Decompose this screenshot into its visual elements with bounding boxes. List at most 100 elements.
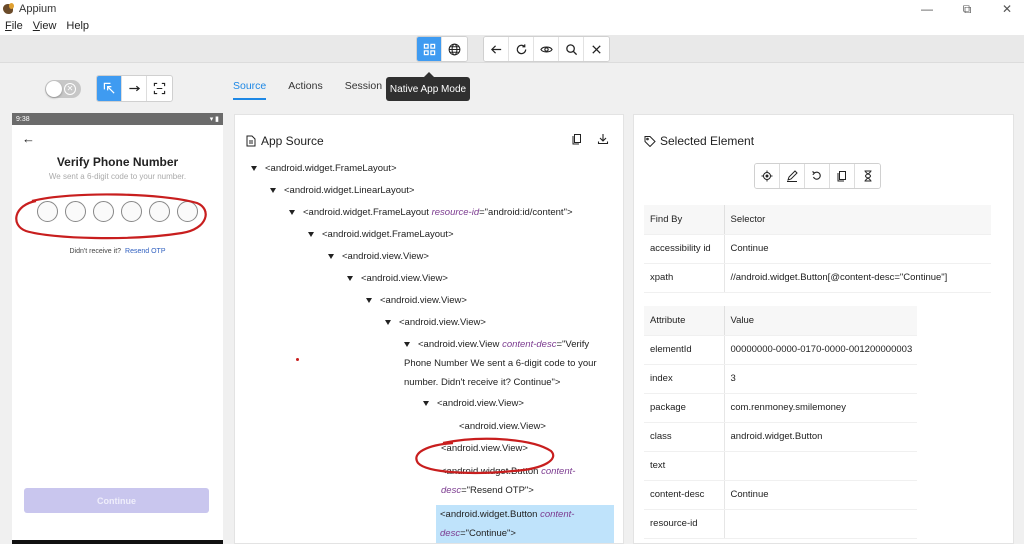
menu-bar: File View Help: [0, 18, 89, 34]
otp-digit-input[interactable]: [65, 201, 86, 222]
otp-digit-input[interactable]: [177, 201, 198, 222]
undo-icon: [812, 171, 821, 180]
expand-caret-icon[interactable]: [270, 187, 276, 193]
phone-continue-button[interactable]: Continue: [24, 488, 209, 513]
select-pointer-icon: [103, 82, 115, 94]
close-icon: [592, 44, 601, 54]
otp-digit-input[interactable]: [149, 201, 170, 222]
tree-node[interactable]: <android.view.View>: [366, 291, 467, 311]
screenshot-toggle[interactable]: ✕: [45, 80, 81, 98]
expand-caret-icon[interactable]: [385, 319, 391, 325]
phone-status-bar: 9:38 ▾ ▮: [12, 113, 223, 125]
send-keys-button[interactable]: [780, 164, 805, 188]
quit-session-button[interactable]: [584, 37, 609, 61]
toggle-off-icon: ✕: [64, 83, 76, 95]
tree-node[interactable]: <android.view.View>: [459, 417, 546, 437]
tree-node[interactable]: <android.view.View>: [328, 247, 429, 267]
search-button[interactable]: [559, 37, 584, 61]
close-window-icon[interactable]: ✕: [1000, 2, 1014, 16]
table-row[interactable]: accessibility id Continue: [644, 234, 991, 264]
otp-input-row: [37, 201, 198, 222]
phone-subtitle: We sent a 6-digit code to your number.: [48, 172, 187, 181]
restore-icon[interactable]: ⧉: [960, 2, 974, 16]
table-row: elementId 00000000-0000-0170-0000-0012000…: [644, 335, 917, 365]
menu-file[interactable]: File: [5, 20, 23, 32]
otp-digit-input[interactable]: [93, 201, 114, 222]
minimize-icon[interactable]: —: [920, 2, 934, 16]
tree-node[interactable]: <android.view.View>: [423, 394, 524, 414]
phone-title: Verify Phone Number: [56, 155, 179, 169]
table-row: text: [644, 451, 917, 481]
download-icon[interactable]: [597, 133, 609, 145]
selected-element-title: Selected Element: [660, 134, 755, 148]
otp-digit-input[interactable]: [37, 201, 58, 222]
expand-caret-icon[interactable]: [423, 400, 429, 406]
source-header-actions: [571, 133, 609, 145]
native-app-mode-button[interactable]: [417, 37, 442, 61]
otp-digit-input[interactable]: [121, 201, 142, 222]
find-by-header: Find By: [644, 205, 725, 235]
phone-status-icons: ▾ ▮: [209, 116, 219, 123]
copy-icon: [837, 171, 846, 182]
expand-caret-icon[interactable]: [289, 209, 295, 215]
tree-node[interactable]: <android.view.View>: [385, 313, 486, 333]
phone-resend-row: Didn't receive it? Resend OTP: [12, 248, 223, 255]
expand-caret-icon[interactable]: [366, 297, 372, 303]
phone-back-arrow-icon[interactable]: ←: [22, 131, 35, 146]
tree-node[interactable]: <android.view.View content-desc="Verify …: [404, 335, 609, 392]
phone-status-time: 9:38: [16, 115, 30, 123]
back-button[interactable]: [484, 37, 509, 61]
grid-icon: [423, 43, 435, 55]
copy-attributes-button[interactable]: [830, 164, 855, 188]
phone-resend-link[interactable]: Resend OTP: [125, 248, 165, 255]
hourglass-icon: [864, 170, 871, 182]
inspector-tabs: Source Actions Session In: [233, 80, 394, 100]
web-mode-button[interactable]: [442, 37, 467, 61]
tap-coordinates-button[interactable]: [147, 76, 172, 101]
table-row: package com.renmoney.smilemoney: [644, 393, 917, 423]
main-area: ✕ Source Actions Session In 9:38 ▾ ▮ ← V…: [0, 63, 1024, 544]
tree-node[interactable]: <android.widget.LinearLayout>: [270, 181, 414, 201]
table-row[interactable]: xpath //android.widget.Button[@content-d…: [644, 263, 991, 293]
pencil-icon: [787, 170, 798, 182]
element-actions-group: [754, 163, 881, 189]
expand-caret-icon[interactable]: [328, 253, 334, 259]
copy-icon[interactable]: [571, 133, 583, 145]
tab-actions[interactable]: Actions: [288, 80, 322, 100]
expand-caret-icon[interactable]: [308, 231, 314, 237]
attributes-table: Attribute Value elementId 00000000-0000-0…: [644, 306, 917, 539]
eye-icon: [539, 46, 553, 52]
refresh-icon: [516, 43, 526, 54]
tree-node[interactable]: <android.view.View>: [347, 269, 448, 289]
tap-element-button[interactable]: [755, 164, 780, 188]
tree-node[interactable]: <android.widget.FrameLayout resource-id=…: [289, 203, 573, 223]
tree-node[interactable]: <android.widget.FrameLayout>: [251, 159, 397, 179]
tree-node[interactable]: <android.widget.FrameLayout>: [308, 225, 454, 245]
swipe-button[interactable]: [122, 76, 147, 101]
window-title: Appium: [19, 3, 57, 15]
tree-node-selected[interactable]: <android.widget.Button content-desc="Con…: [436, 505, 614, 543]
refresh-button[interactable]: [509, 37, 534, 61]
app-source-title: App Source: [261, 134, 324, 148]
tree-node[interactable]: <android.view.View>: [441, 439, 528, 459]
toggle-visibility-button[interactable]: [534, 37, 559, 61]
expand-caret-icon[interactable]: [251, 165, 257, 171]
clear-element-button[interactable]: [805, 164, 830, 188]
tab-source[interactable]: Source: [233, 80, 267, 100]
timing-button[interactable]: [855, 164, 880, 188]
menu-help[interactable]: Help: [66, 20, 89, 32]
toggle-knob: [46, 81, 62, 97]
document-icon: [246, 135, 256, 147]
select-element-button[interactable]: [97, 76, 122, 101]
title-bar: Appium — ⧉ ✕: [0, 0, 1024, 18]
expand-caret-icon[interactable]: [404, 341, 410, 347]
app-source-panel: App Source <android.widget.FrameLayout> …: [234, 114, 624, 544]
crosshair-icon: [761, 170, 773, 182]
find-by-table: Find By Selector accessibility id Contin…: [644, 205, 991, 293]
session-actions-group: [483, 36, 610, 62]
phone-resend-text: Didn't receive it?: [69, 248, 122, 255]
menu-view[interactable]: View: [33, 20, 57, 32]
tree-node[interactable]: <android.widget.Button content-desc="Res…: [441, 462, 601, 500]
device-screenshot[interactable]: 9:38 ▾ ▮ ← Verify Phone Number We sent a…: [12, 113, 223, 544]
expand-caret-icon[interactable]: [347, 275, 353, 281]
